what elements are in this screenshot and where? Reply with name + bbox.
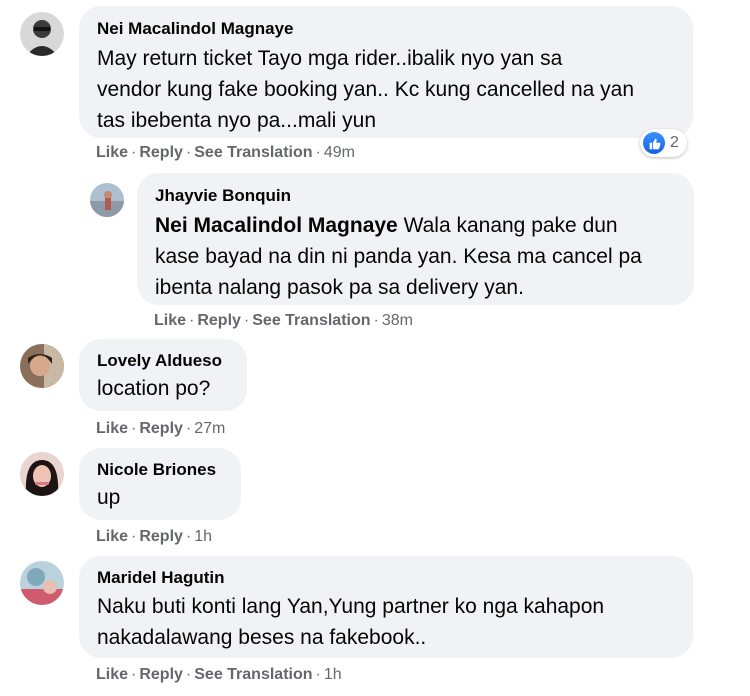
comment-author[interactable]: Jhayvie Bonquin	[155, 185, 676, 207]
like-button[interactable]: Like	[96, 666, 128, 683]
reply-button[interactable]: Reply	[139, 144, 183, 161]
comment-timestamp[interactable]: 49m	[324, 144, 355, 161]
reply-button[interactable]: Reply	[139, 666, 183, 683]
comment-actions: Like · Reply · See Translation · 1h	[96, 666, 342, 683]
reply-button[interactable]: Reply	[139, 528, 183, 545]
see-translation-button[interactable]: See Translation	[194, 666, 312, 683]
comment-author[interactable]: Nicole Briones	[97, 459, 223, 481]
like-icon	[643, 132, 665, 154]
comment-text: location po?	[97, 377, 211, 400]
comment-author[interactable]: Lovely Aldueso	[97, 350, 229, 372]
comment-timestamp[interactable]: 1h	[324, 666, 342, 683]
like-button[interactable]: Like	[96, 144, 128, 161]
comment-text: Naku buti konti lang Yan,Yung partner ko…	[97, 595, 605, 649]
comment-timestamp[interactable]: 38m	[382, 312, 413, 329]
avatar[interactable]	[20, 452, 64, 496]
like-button[interactable]: Like	[96, 528, 128, 545]
comment-timestamp[interactable]: 1h	[194, 528, 212, 545]
reaction-count[interactable]: 2	[640, 129, 687, 157]
comment-author[interactable]: Nei Macalindol Magnaye	[97, 18, 675, 40]
comment-text: up	[97, 486, 121, 509]
comment-actions: Like · Reply · See Translation · 38m	[154, 312, 413, 329]
comment-bubble: Jhayvie Bonquin Nei Macalindol Magnaye W…	[137, 173, 694, 305]
mention-link[interactable]: Nei Macalindol Magnaye	[155, 214, 398, 237]
comment-bubble: Nei Macalindol Magnaye May return ticket…	[79, 6, 693, 138]
comment-bubble: Maridel Hagutin Naku buti konti lang Yan…	[79, 556, 693, 658]
reply-button[interactable]: Reply	[139, 420, 183, 437]
comment-text: May return ticket Tayo mga rider..ibalik…	[97, 47, 635, 132]
comment-actions: Like · Reply · 1h	[96, 528, 213, 545]
comment-actions: Like · Reply · See Translation · 49m	[96, 144, 355, 161]
comment-timestamp[interactable]: 27m	[194, 420, 225, 437]
like-button[interactable]: Like	[96, 420, 128, 437]
see-translation-button[interactable]: See Translation	[194, 144, 312, 161]
comment-author[interactable]: Maridel Hagutin	[97, 567, 675, 589]
avatar[interactable]	[20, 344, 64, 388]
comment-text: Nei Macalindol Magnaye Wala kanang pake …	[155, 214, 642, 299]
avatar[interactable]	[20, 12, 64, 56]
see-translation-button[interactable]: See Translation	[252, 312, 370, 329]
comment-actions: Like · Reply · 27m	[96, 420, 226, 437]
comment-bubble: Nicole Briones up	[79, 448, 241, 520]
like-button[interactable]: Like	[154, 312, 186, 329]
reply-button[interactable]: Reply	[197, 312, 241, 329]
comment-bubble: Lovely Aldueso location po?	[79, 339, 247, 411]
avatar[interactable]	[90, 183, 124, 217]
avatar[interactable]	[20, 561, 64, 605]
